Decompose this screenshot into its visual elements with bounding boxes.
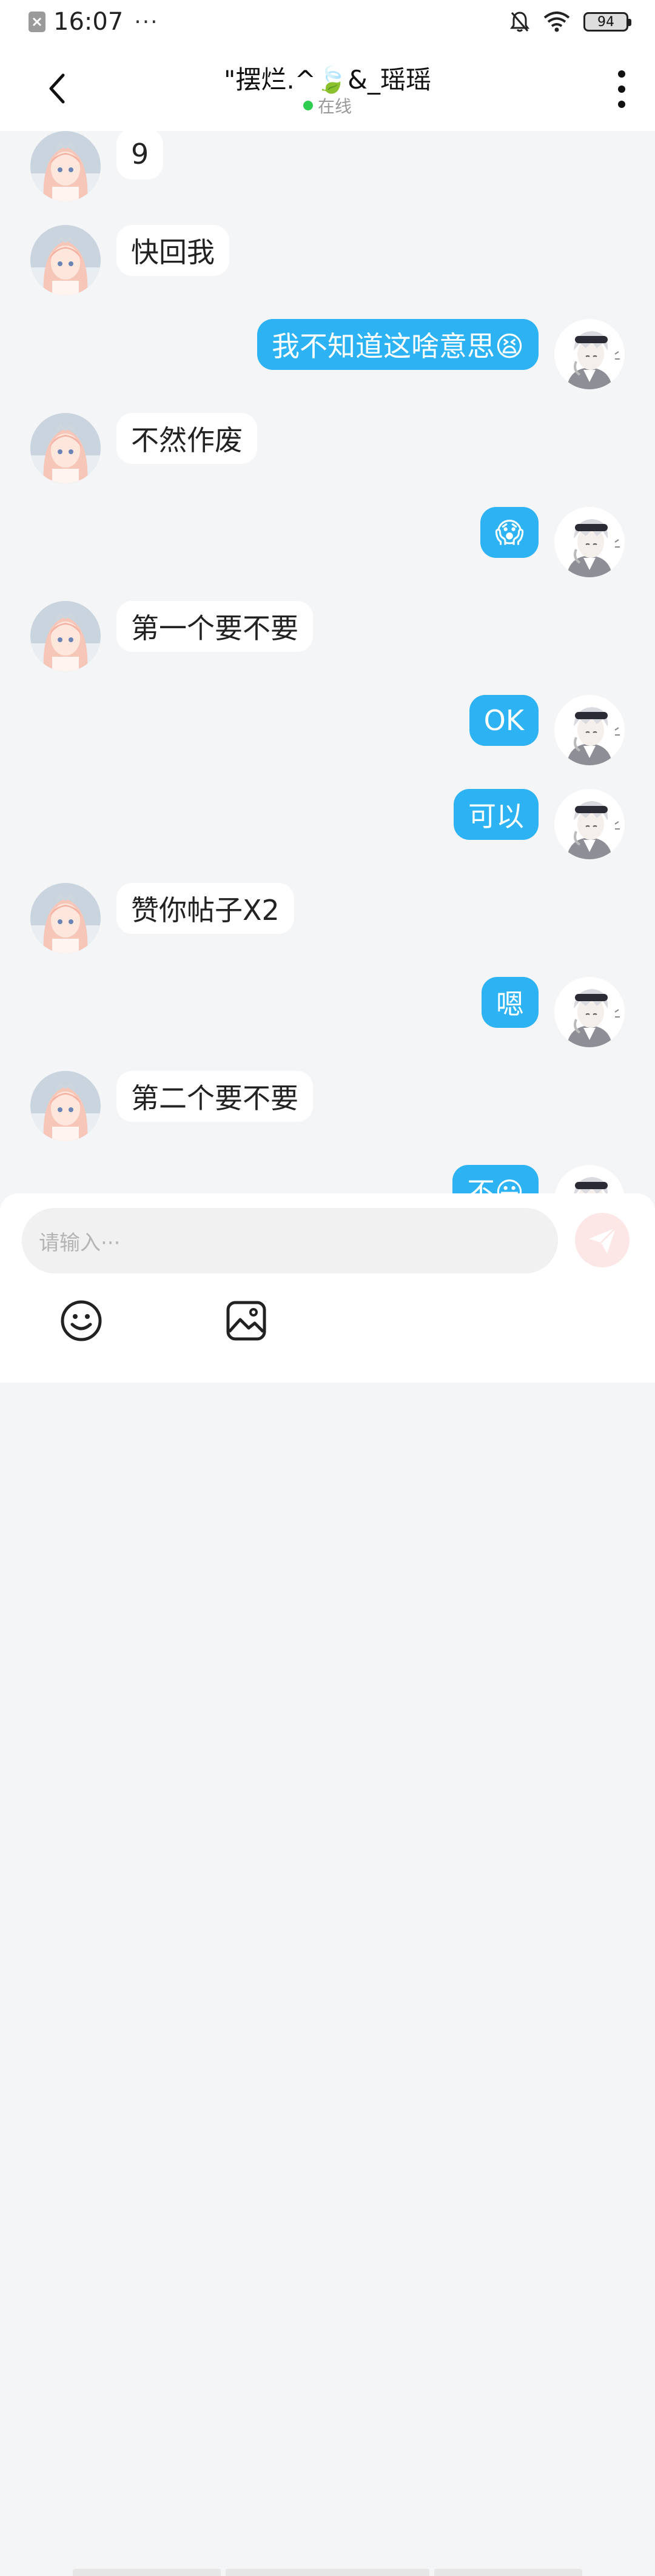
contact-avatar[interactable]: [30, 883, 101, 953]
more-options-icon[interactable]: [613, 68, 631, 110]
my-avatar[interactable]: [554, 507, 625, 577]
bottom-tab-hint: [73, 2569, 221, 2576]
message-row: 😱: [0, 507, 655, 580]
contact-avatar[interactable]: [30, 225, 101, 295]
composer: 请输入···: [0, 1193, 655, 2576]
contact-avatar[interactable]: [30, 601, 101, 671]
online-status-label: 在线: [317, 96, 352, 116]
emoji-icon[interactable]: [59, 1299, 103, 1343]
message-bubble[interactable]: 不😃: [452, 1165, 539, 1193]
contact-avatar[interactable]: [30, 413, 101, 483]
message-bubble[interactable]: 第二个要不要: [116, 1071, 313, 1122]
message-bubble[interactable]: OK: [469, 695, 539, 746]
message-row: 第二个要不要: [0, 1071, 655, 1144]
message-row: 可以: [0, 789, 655, 862]
more-notifications: ···: [134, 9, 159, 35]
message-input[interactable]: 请输入···: [22, 1208, 558, 1273]
message-row: 不然作废: [0, 413, 655, 486]
my-avatar[interactable]: [554, 789, 625, 859]
message-row: 9: [0, 131, 655, 204]
contact-name: "摆烂.^🍃&_瑶瑶: [224, 65, 431, 95]
battery-level: 94: [597, 14, 614, 30]
clock: 16:07: [53, 8, 124, 36]
message-list[interactable]: 9 快回我 我不知道这啥意思😫 不然作废 😱 第一个要不要 OK 可以 赞你帖子…: [0, 131, 655, 1193]
message-row: 赞你帖子X2: [0, 883, 655, 956]
battery-icon: 94: [583, 12, 631, 32]
bottom-tab-hint: [226, 2569, 429, 2576]
status-bar: 16:07 ··· 94: [0, 0, 655, 44]
message-bubble[interactable]: 可以: [454, 789, 539, 840]
message-row: 不😃: [0, 1165, 655, 1193]
bell-muted-icon: [510, 12, 529, 32]
message-bubble[interactable]: 第一个要不要: [116, 601, 313, 652]
message-bubble[interactable]: 快回我: [116, 225, 229, 276]
chat-header: "摆烂.^🍃&_瑶瑶 在线: [0, 44, 655, 131]
message-bubble[interactable]: 嗯: [482, 977, 539, 1028]
online-dot-icon: [303, 101, 313, 110]
contact-avatar[interactable]: [30, 131, 101, 201]
message-row: 嗯: [0, 977, 655, 1050]
message-bubble[interactable]: 我不知道这啥意思😫: [257, 319, 539, 370]
message-row: 第一个要不要: [0, 601, 655, 674]
my-avatar[interactable]: [554, 695, 625, 765]
message-bubble[interactable]: 赞你帖子X2: [116, 883, 294, 934]
message-bubble[interactable]: 9: [116, 131, 164, 179]
my-avatar[interactable]: [554, 1165, 625, 1193]
bottom-tab-hint: [434, 2569, 582, 2576]
image-icon[interactable]: [224, 1299, 268, 1343]
message-bubble[interactable]: 😱: [480, 507, 539, 558]
paper-plane-icon: [589, 1227, 617, 1253]
online-status: 在线: [0, 93, 655, 118]
message-row: 我不知道这啥意思😫: [0, 319, 655, 392]
contact-avatar[interactable]: [30, 1071, 101, 1141]
my-avatar[interactable]: [554, 977, 625, 1047]
app-notification-icon: [29, 12, 45, 32]
wifi-icon: [543, 12, 570, 32]
message-row: OK: [0, 695, 655, 768]
my-avatar[interactable]: [554, 319, 625, 389]
message-row: 快回我: [0, 225, 655, 298]
message-bubble[interactable]: 不然作废: [116, 413, 257, 464]
send-button[interactable]: [575, 1213, 630, 1267]
